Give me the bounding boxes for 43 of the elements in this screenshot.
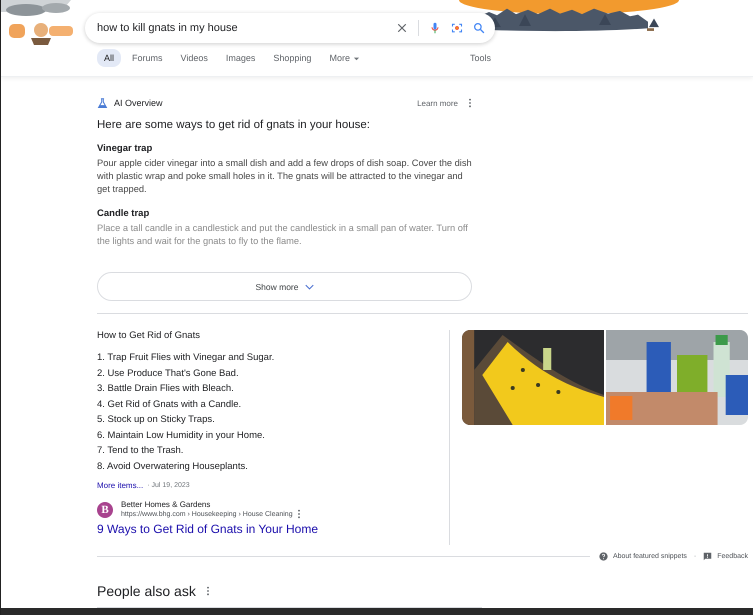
ai-overview-title: AI Overview — [114, 98, 163, 108]
list-item: 2. Use Produce That's Gone Bad. — [97, 366, 240, 380]
section-heading: People also ask — [97, 583, 196, 599]
more-options-icon[interactable] — [296, 509, 301, 519]
list-item: 5. Stock up on Sticky Traps. — [97, 413, 216, 427]
tools-button[interactable]: Tools — [470, 53, 491, 63]
close-icon[interactable] — [396, 22, 408, 34]
search-tab[interactable]: Shopping — [266, 49, 318, 67]
search-tab[interactable]: Videos — [174, 49, 215, 67]
list-item: 3. Battle Drain Flies with Bleach. — [97, 382, 235, 396]
list-item: 8. Avoid Overwatering Houseplants. — [97, 460, 249, 474]
flask-icon — [97, 98, 108, 108]
learn-more-link[interactable]: Learn more — [417, 98, 458, 108]
help-icon — [598, 552, 608, 561]
tip-heading: Candle trap — [97, 208, 150, 219]
search-tab[interactable]: Images — [218, 49, 262, 67]
more-options-icon[interactable] — [468, 98, 472, 108]
list-item: 7. Tend to the Trash. — [97, 444, 184, 458]
feedback-icon — [703, 552, 712, 561]
search-tab[interactable]: Forums — [125, 49, 170, 67]
microphone-icon[interactable] — [429, 22, 441, 34]
camera-lens-icon[interactable] — [451, 22, 463, 34]
caret-icon — [352, 54, 360, 62]
site-name: Better Homes & Gardens — [121, 500, 212, 509]
search-query: how to kill gnats in my house — [97, 22, 239, 34]
site-favicon: B — [97, 502, 113, 518]
tip-text: Pour apple cider vinegar into a small dish and add a few drops of dish soap. Cover the dish with plastic wrap and poke small holes in it. The gnats will be attracted to the vinegar and get trapped. — [97, 157, 472, 196]
more-options-icon[interactable] — [206, 586, 210, 596]
result-link[interactable]: 9 Ways to Get Rid of Gnats in Your Home — [97, 522, 442, 536]
more-items-link[interactable]: More items... — [97, 481, 144, 490]
snippet-title: How to Get Rid of Gnats — [97, 330, 201, 341]
list-item: 6. Maintain Low Humidity in your Home. — [97, 428, 266, 442]
tip-text: Place a tall candle in a candlestick and put the candlestick in a small pan of water. Turn off the lights and wait for the gnats to fly to the flame. — [97, 222, 469, 248]
search-tab[interactable]: More — [322, 49, 367, 67]
overview-intro: Here are some ways to get rid of gnats in your house: — [97, 119, 371, 131]
search-tab[interactable]: All — [97, 49, 122, 67]
list-item: 1. Trap Fruit Flies with Vinegar and Sugar. — [97, 351, 276, 365]
tip-heading: Vinegar trap — [97, 143, 154, 154]
show-more-button[interactable]: Show more — [97, 272, 472, 301]
list-item: 4. Get Rid of Gnats with a Candle. — [97, 398, 242, 412]
search-icon[interactable] — [473, 22, 485, 34]
chevron-down-icon — [304, 284, 314, 290]
search-field[interactable]: how to kill gnats in my house — [85, 13, 495, 43]
